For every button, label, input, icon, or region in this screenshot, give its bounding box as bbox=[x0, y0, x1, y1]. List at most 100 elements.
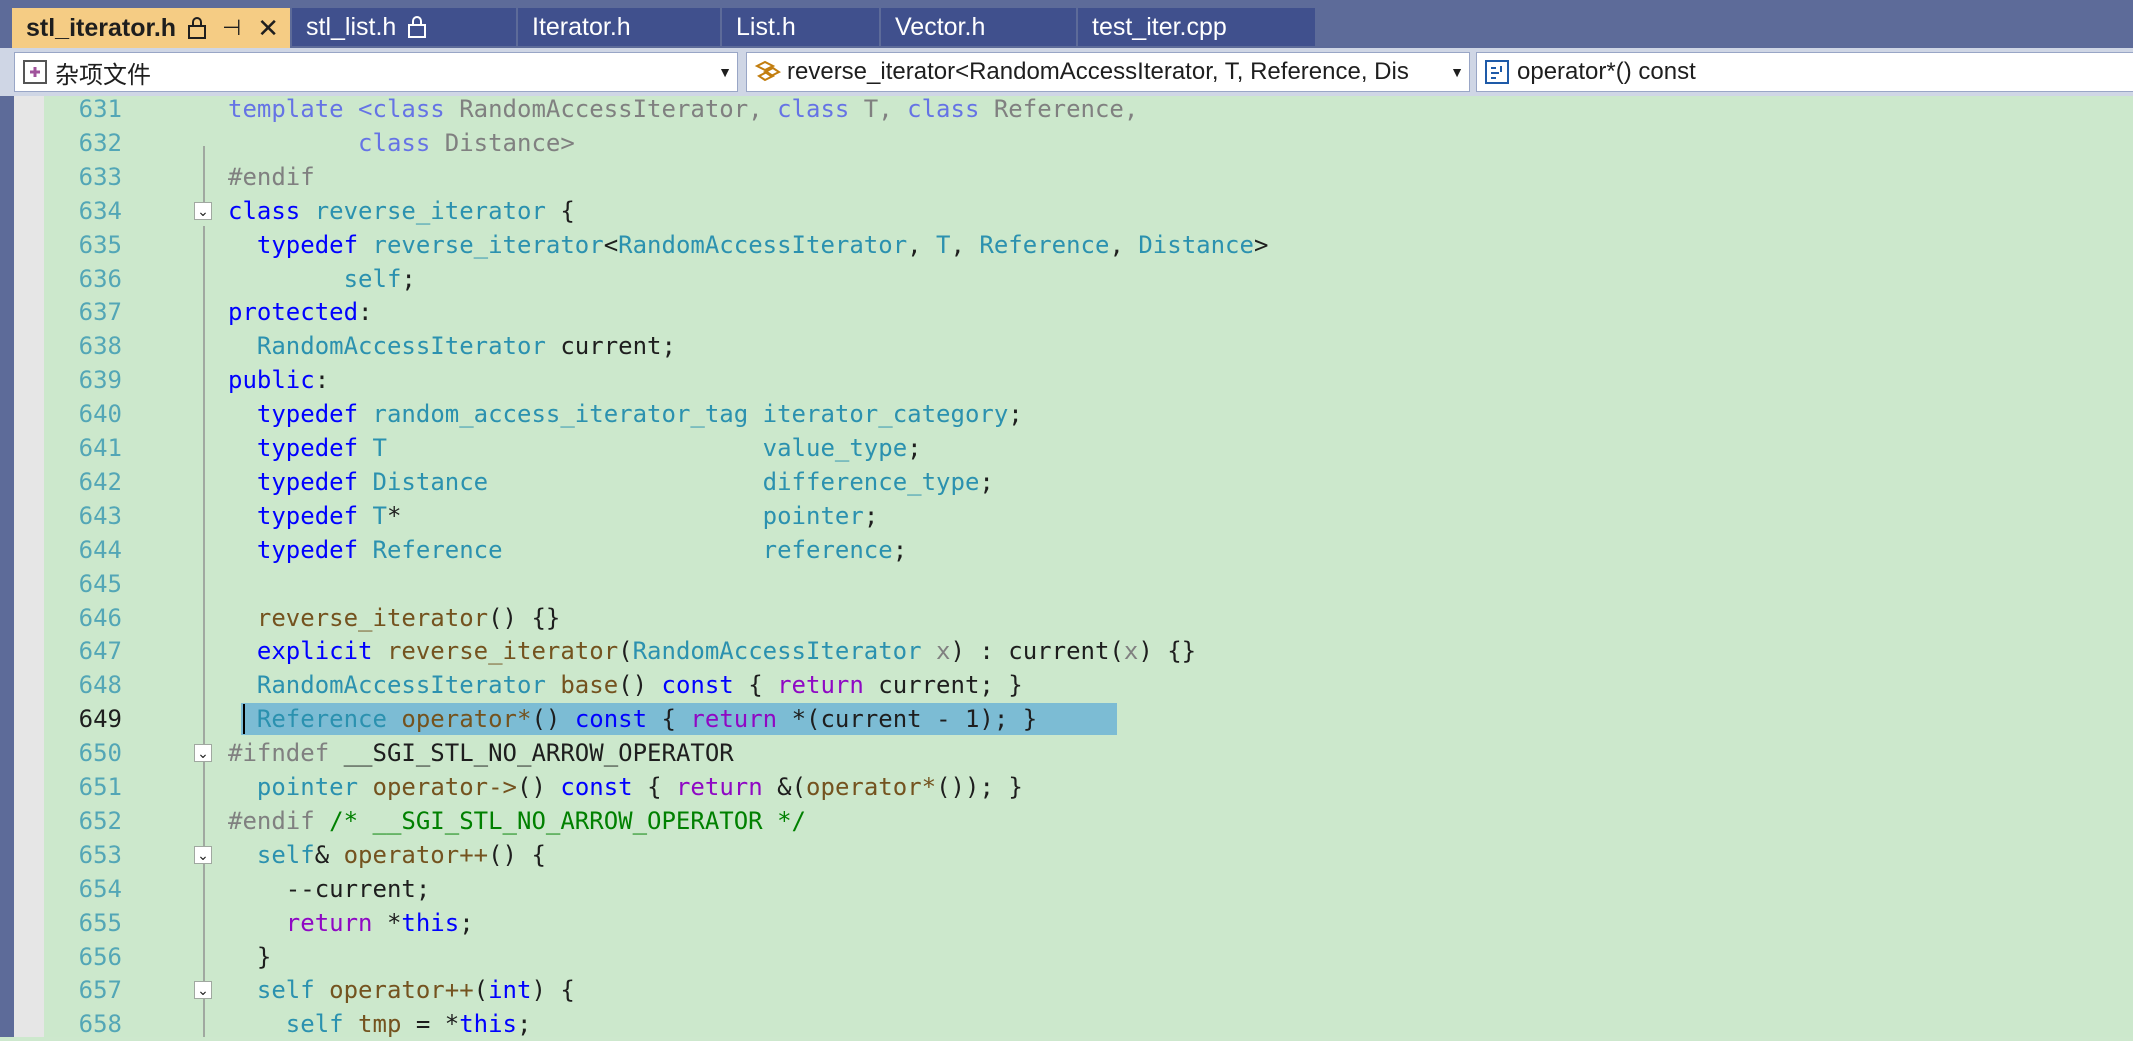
code-token: T, bbox=[849, 95, 908, 123]
code-line[interactable]: 638 RandomAccessIterator current; bbox=[0, 329, 2133, 363]
code-text: return *this; bbox=[228, 906, 474, 940]
tab-stl-iterator-h[interactable]: stl_iterator.h ⊣ ✕ bbox=[12, 8, 290, 48]
code-line[interactable]: 631 template <class RandomAccessIterator,… bbox=[0, 92, 2133, 126]
code-line[interactable]: 635 typedef reverse_iterator<RandomAcces… bbox=[0, 228, 2133, 262]
code-line[interactable]: 640 typedef random_access_iterator_tag i… bbox=[0, 397, 2133, 431]
code-token: return bbox=[675, 773, 763, 801]
code-token: RandomAccessIterator bbox=[632, 637, 922, 666]
code-token: typedef bbox=[256, 400, 359, 429]
line-number: 646 bbox=[78, 603, 122, 632]
code-token: RandomAccessIterator bbox=[256, 671, 546, 700]
pin-icon[interactable]: ⊣ bbox=[222, 15, 241, 41]
tab-test-iter-cpp[interactable]: test_iter.cpp bbox=[1078, 8, 1315, 46]
code-line[interactable]: 650 ⌄ #ifndef __SGI_STL_NO_ARROW_OPERATOR bbox=[0, 736, 2133, 770]
line-number: 633 bbox=[78, 162, 122, 191]
collapse-toggle-icon[interactable]: ⌄ bbox=[194, 845, 212, 864]
code-token: { bbox=[647, 705, 691, 734]
close-icon[interactable]: ✕ bbox=[257, 13, 279, 44]
code-line[interactable]: 632 class Distance> bbox=[0, 126, 2133, 160]
code-token: self bbox=[256, 976, 315, 1005]
code-token: #endif bbox=[228, 162, 315, 191]
code-token: public bbox=[228, 366, 315, 395]
code-token: self bbox=[343, 264, 402, 293]
code-line[interactable]: 649 Reference operator*() const { return… bbox=[0, 702, 2133, 736]
code-line[interactable]: 654 --current; bbox=[0, 872, 2133, 906]
code-text: #ifndef __SGI_STL_NO_ARROW_OPERATOR bbox=[228, 736, 734, 770]
code-line[interactable]: 653 ⌄ self& operator++() { bbox=[0, 838, 2133, 872]
code-line[interactable]: 647 explicit reverse_iterator(RandomAcce… bbox=[0, 634, 2133, 668]
code-line[interactable]: 643 typedef T* pointer; bbox=[0, 499, 2133, 533]
code-token: reverse_iterator bbox=[386, 637, 619, 666]
code-token: () bbox=[618, 671, 662, 700]
code-text: self operator++(int) { bbox=[228, 973, 575, 1007]
code-text: explicit reverse_iterator(RandomAccessIt… bbox=[228, 634, 1196, 668]
line-number: 655 bbox=[78, 908, 122, 937]
code-text: #endif /* __SGI_STL_NO_ARROW_OPERATOR */ bbox=[228, 804, 806, 838]
member-dropdown[interactable]: operator*() const bbox=[1476, 52, 2133, 92]
code-text: #endif bbox=[228, 160, 315, 194]
code-line[interactable]: 637 protected: bbox=[0, 295, 2133, 329]
lock-icon bbox=[408, 16, 427, 38]
code-line[interactable]: 634 ⌄ class reverse_iterator { bbox=[0, 194, 2133, 228]
code-token: Distance> bbox=[430, 128, 575, 157]
code-token: x bbox=[1123, 637, 1139, 666]
code-token: RandomAccessIterator bbox=[618, 230, 908, 259]
code-token: * bbox=[386, 501, 763, 530]
tab-list-h[interactable]: List.h bbox=[722, 8, 879, 46]
project-dropdown[interactable]: 杂项文件 ▼ bbox=[14, 52, 738, 92]
code-token: explicit bbox=[256, 637, 373, 666]
code-editor[interactable]: 631 template <class RandomAccessIterator,… bbox=[0, 95, 2133, 1038]
code-line[interactable]: 651 pointer operator->() const { return … bbox=[0, 770, 2133, 804]
code-text: } bbox=[228, 940, 271, 974]
code-token: return bbox=[777, 671, 864, 700]
code-line[interactable]: 652 #endif /* __SGI_STL_NO_ARROW_OPERATOR… bbox=[0, 804, 2133, 838]
line-number: 656 bbox=[78, 942, 122, 971]
code-line[interactable]: 658 self tmp = *this; bbox=[0, 1007, 2133, 1041]
code-token: = * bbox=[401, 1010, 460, 1039]
line-number: 631 bbox=[78, 95, 122, 123]
code-line[interactable]: 656 } bbox=[0, 940, 2133, 974]
code-line[interactable]: 642 typedef Distance difference_type; bbox=[0, 465, 2133, 499]
code-token: self bbox=[256, 840, 315, 869]
tab-stl-list-h[interactable]: stl_list.h bbox=[292, 8, 516, 46]
collapse-toggle-icon[interactable]: ⌄ bbox=[194, 981, 212, 1000]
code-line[interactable]: 633 #endif bbox=[0, 160, 2133, 194]
code-line[interactable]: 655 return *this; bbox=[0, 906, 2133, 940]
code-line[interactable]: 646 reverse_iterator() {} bbox=[0, 601, 2133, 635]
code-token: random_access_iterator_tag bbox=[372, 400, 749, 429]
code-token: value_type bbox=[762, 434, 908, 462]
code-token: () { bbox=[488, 840, 546, 869]
code-line[interactable]: 636 self; bbox=[0, 262, 2133, 296]
code-line[interactable]: 641 typedef T value_type; bbox=[0, 431, 2133, 465]
line-number: 640 bbox=[78, 400, 122, 429]
code-token: const bbox=[574, 705, 648, 734]
code-token: operator++ bbox=[329, 976, 474, 1005]
tab-iterator-h[interactable]: Iterator.h bbox=[518, 8, 720, 46]
code-line[interactable]: 645 bbox=[0, 567, 2133, 601]
code-token: ) : current( bbox=[950, 637, 1124, 666]
code-token: Reference bbox=[372, 535, 503, 564]
tab-vector-h[interactable]: Vector.h bbox=[881, 8, 1076, 46]
scope-dropdown[interactable]: reverse_iterator<RandomAccessIterator, T… bbox=[746, 52, 1470, 92]
code-line[interactable]: 648 RandomAccessIterator base() const { … bbox=[0, 668, 2133, 702]
code-text: template <class RandomAccessIterator, cl… bbox=[228, 92, 1138, 126]
code-line[interactable]: 639 public: bbox=[0, 363, 2133, 397]
code-line[interactable]: 657 ⌄ self operator++(int) { bbox=[0, 973, 2133, 1007]
code-token: difference_type bbox=[762, 467, 980, 496]
code-token: /* __SGI_STL_NO_ARROW_OPERATOR */ bbox=[314, 806, 806, 835]
code-line[interactable]: 644 typedef Reference reference; bbox=[0, 533, 2133, 567]
code-text: pointer operator->() const { return &(op… bbox=[228, 770, 1023, 804]
code-token: reverse_iterator bbox=[256, 603, 489, 632]
collapse-toggle-icon[interactable]: ⌄ bbox=[194, 744, 212, 763]
collapse-toggle-icon[interactable]: ⌄ bbox=[194, 201, 212, 220]
